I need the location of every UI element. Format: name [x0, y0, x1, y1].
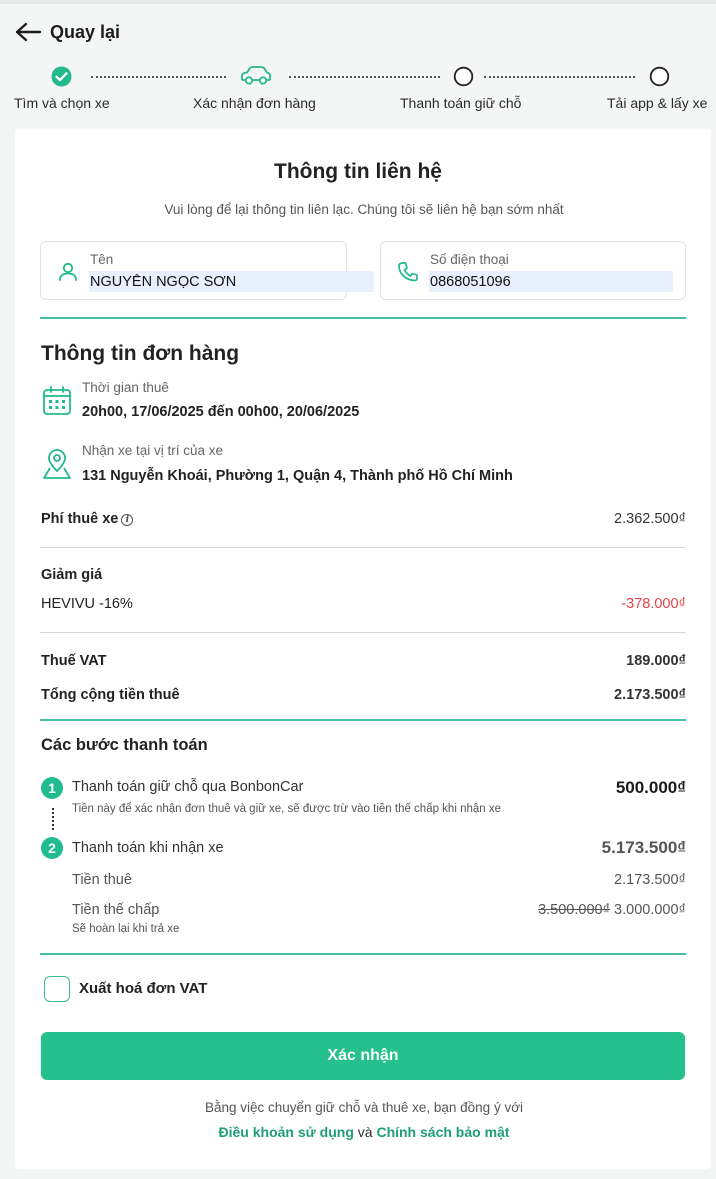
total-label: Tổng cộng tiền thuê — [41, 687, 180, 703]
row-divider — [40, 547, 686, 548]
terms-link[interactable]: Điều khoản sử dụng — [219, 1124, 354, 1140]
agreement-text: Bằng việc chuyển giữ chỗ và thuê xe, bạn… — [204, 1100, 524, 1115]
step-connector — [484, 76, 635, 78]
deposit-old-value: 3.500.000₫ — [538, 902, 611, 918]
and-text: và — [357, 1124, 373, 1140]
discount-value: -378.000₫ — [621, 596, 686, 612]
rent-label: Tiền thuê — [72, 872, 132, 888]
step-label-find-car: Tìm và chọn xe — [14, 95, 110, 111]
rental-time-label: Thời gian thuê — [82, 380, 169, 395]
phone-input[interactable] — [429, 271, 673, 292]
progress-stepper: Tìm và chọn xe Xác nhận đơn hàng Thanh t… — [0, 62, 716, 122]
contact-title: Thông tin liên hệ — [274, 160, 442, 183]
vat-label: Thuế VAT — [41, 653, 107, 669]
step-connector — [91, 76, 226, 78]
rental-fee-label: Phí thuê xe — [41, 511, 119, 527]
phone-icon — [398, 262, 418, 282]
back-arrow-icon — [15, 22, 42, 42]
agreement-links: Điều khoản sử dụng và Chính sách bảo mật — [0, 1124, 716, 1140]
vat-value: 189.000₫ — [626, 653, 686, 669]
top-divider — [0, 0, 716, 4]
row-divider — [40, 632, 686, 633]
step-number-1: 1 — [41, 777, 63, 799]
section-divider — [40, 953, 686, 955]
step2-value: 5.173.500₫ — [601, 838, 686, 857]
deposit-value: 3.000.000₫ — [614, 902, 686, 918]
check-circle-icon — [51, 66, 72, 87]
name-label: Tên — [90, 252, 114, 267]
discount-code: HEVIVU -16% — [41, 596, 133, 612]
name-field[interactable]: Tên — [40, 241, 374, 300]
contact-subtitle: Vui lòng để lại thông tin liên lạc. Chún… — [164, 202, 564, 217]
rental-time-value: 20h00, 17/06/2025 đến 00h00, 20/06/2025 — [82, 404, 360, 420]
calendar-icon — [43, 386, 71, 415]
step1-label: Thanh toán giữ chỗ qua BonbonCar — [72, 779, 304, 795]
car-icon — [241, 66, 271, 85]
step1-note: Tiền này để xác nhận đơn thuê và giữ xe,… — [72, 803, 502, 815]
user-icon — [59, 262, 77, 281]
order-title: Thông tin đơn hàng — [41, 342, 240, 365]
info-icon[interactable]: i — [121, 514, 134, 526]
rental-fee-row: Phí thuê xe i — [41, 511, 134, 527]
step-connector-dots — [52, 808, 54, 830]
step-label-deposit-payment: Thanh toán giữ chỗ — [400, 95, 522, 111]
total-value: 2.173.500₫ — [614, 687, 686, 703]
vat-invoice-label[interactable]: Xuất hoá đơn VAT — [79, 980, 207, 997]
name-input[interactable] — [89, 271, 374, 292]
phone-label: Số điện thoại — [430, 252, 509, 267]
step-label-confirm-order: Xác nhận đơn hàng — [193, 95, 316, 111]
rent-value: 2.173.500₫ — [614, 872, 686, 888]
deposit-values: 3.500.000₫ 3.000.000₫ — [538, 902, 686, 918]
back-button[interactable]: Quay lại — [14, 20, 120, 44]
payment-steps-title: Các bước thanh toán — [41, 736, 208, 754]
step-connector — [289, 76, 440, 78]
empty-circle-icon — [453, 66, 474, 87]
step-label-get-app: Tải app & lấy xe — [607, 95, 708, 111]
step2-label: Thanh toán khi nhận xe — [72, 840, 224, 856]
privacy-link[interactable]: Chính sách bảo mật — [376, 1124, 509, 1140]
deposit-label: Tiền thế chấp — [72, 902, 160, 918]
step1-value: 500.000₫ — [615, 778, 686, 797]
vat-invoice-checkbox[interactable] — [44, 976, 70, 1002]
section-divider — [40, 719, 686, 721]
back-label: Quay lại — [50, 21, 121, 42]
step-number-2: 2 — [41, 837, 63, 859]
discount-label: Giảm giá — [41, 567, 103, 583]
phone-field[interactable]: Số điện thoại — [380, 241, 686, 300]
map-pin-icon — [43, 449, 71, 479]
confirm-button[interactable]: Xác nhận — [41, 1032, 685, 1080]
deposit-note: Sẽ hoàn lại khi trả xe — [72, 923, 180, 935]
pickup-label: Nhận xe tại vị trí của xe — [82, 443, 224, 458]
pickup-address: 131 Nguyễn Khoái, Phường 1, Quận 4, Thàn… — [82, 468, 513, 484]
section-divider — [40, 317, 686, 319]
empty-circle-icon — [649, 66, 670, 87]
rental-fee-value: 2.362.500₫ — [614, 511, 686, 527]
